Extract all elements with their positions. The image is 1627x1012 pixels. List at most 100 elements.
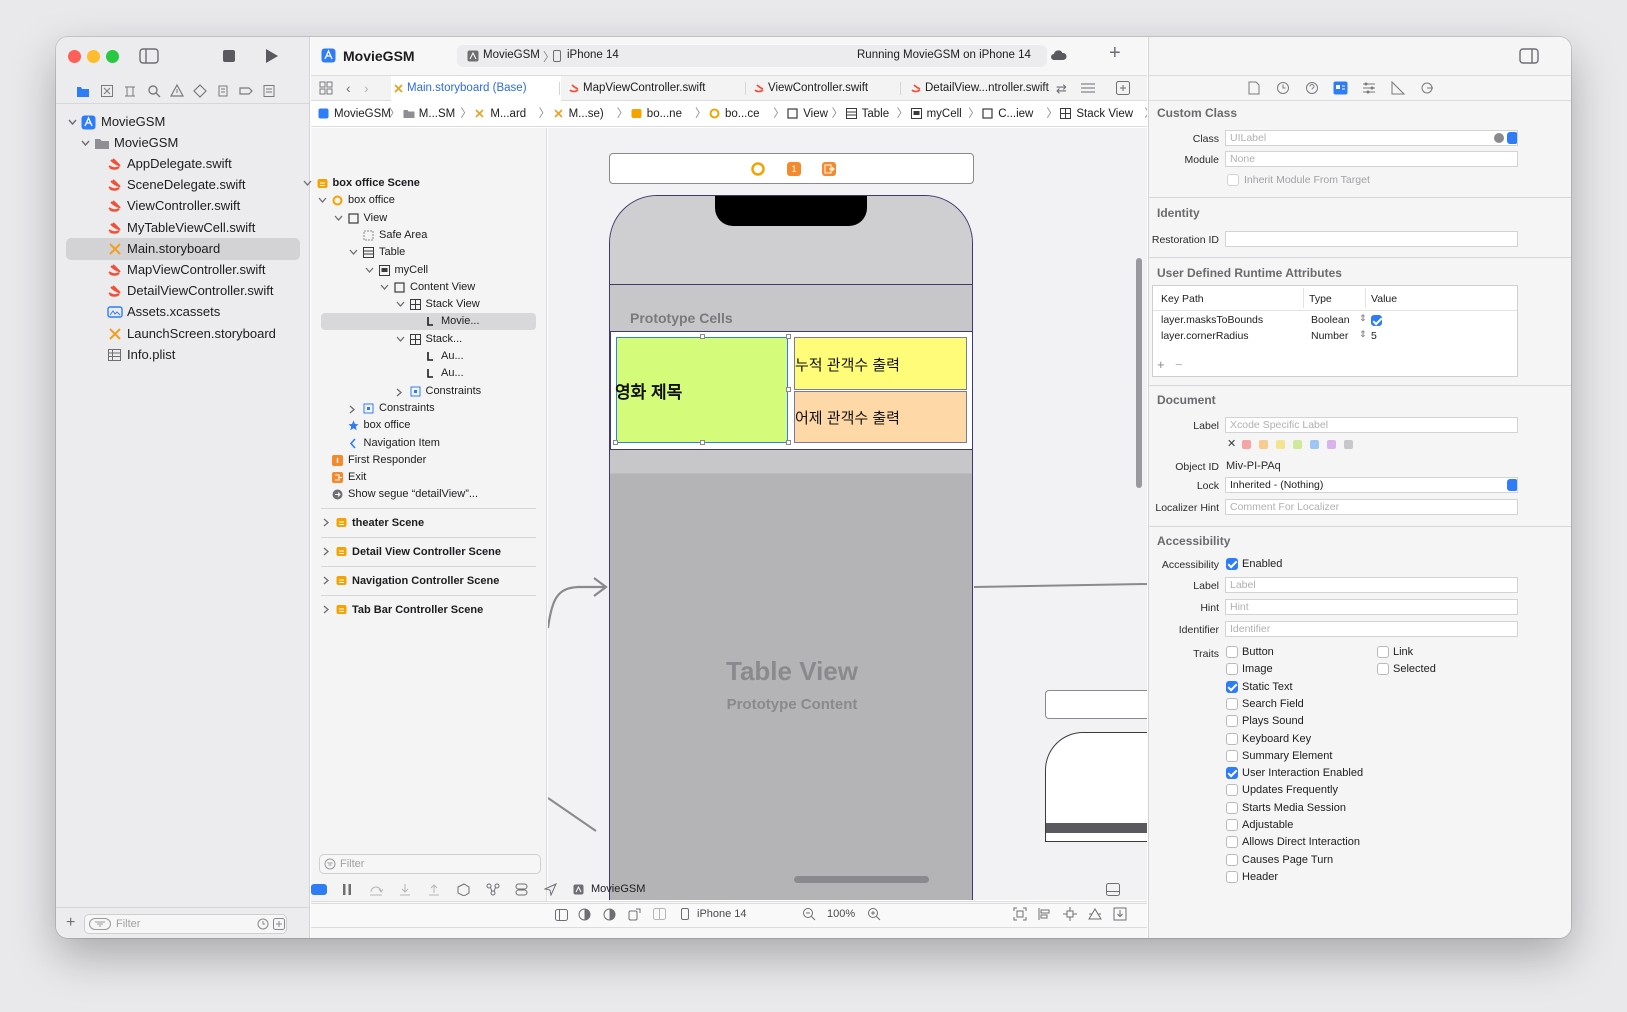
trait-checkbox[interactable]: [1226, 732, 1238, 745]
file-detail-view-controller[interactable]: DetailViewController.swift: [56, 280, 310, 302]
dropdown-chevron-icon[interactable]: [1507, 479, 1517, 491]
masks-to-bounds-checkbox[interactable]: [1371, 315, 1382, 326]
cloud-icon[interactable]: [1050, 49, 1068, 63]
resize-handle[interactable]: [613, 440, 618, 445]
file-app-delegate[interactable]: AppDelegate.swift: [56, 153, 310, 175]
add-attribute-icon[interactable]: +: [1157, 358, 1165, 372]
chevron-right-icon[interactable]: [323, 576, 330, 585]
outline-scene-0[interactable]: theater Scene: [321, 508, 536, 536]
report-icon[interactable]: [262, 84, 276, 98]
back-icon[interactable]: ‹: [346, 80, 351, 96]
device-selector[interactable]: iPhone 14: [567, 49, 619, 61]
file-map-view-controller[interactable]: MapViewController.swift: [56, 259, 310, 281]
outline-scene-3[interactable]: Tab Bar Controller Scene: [321, 595, 536, 623]
outline-label-au-1[interactable]: Au...: [311, 348, 547, 365]
key-path-cell[interactable]: layer.cornerRadius: [1161, 330, 1249, 342]
chevron-down-icon[interactable]: [365, 267, 374, 274]
add-icon[interactable]: +: [66, 915, 75, 931]
tab-main-storyboard[interactable]: Main.storyboard (Base): [391, 76, 561, 101]
resolve-issues-icon[interactable]: [1088, 907, 1102, 921]
dark-mode-icon[interactable]: [603, 908, 616, 921]
breakpoints-toggle-icon[interactable]: [311, 884, 327, 895]
outline-stack-view[interactable]: Stack View: [311, 296, 547, 313]
outline-stack-inner[interactable]: Stack...: [311, 331, 547, 348]
localizer-hint-field[interactable]: Comment For Localizer: [1225, 499, 1518, 515]
outline-constraints-inner[interactable]: Constraints: [311, 383, 547, 400]
related-items-icon[interactable]: ⇄: [1056, 81, 1067, 97]
outline-constraints[interactable]: Constraints: [311, 400, 547, 417]
size-inspector-icon[interactable]: [1391, 81, 1405, 95]
resize-handle[interactable]: [786, 440, 791, 445]
runtime-row[interactable]: layer.masksToBounds Boolean ⇕: [1153, 313, 1517, 330]
color-blue[interactable]: [1310, 440, 1319, 449]
cumulative-audience-label[interactable]: 누적 관객수 출력: [794, 337, 967, 390]
search-icon[interactable]: [147, 84, 161, 98]
embed-in-icon[interactable]: [1113, 907, 1127, 921]
forward-icon[interactable]: ›: [364, 80, 369, 96]
movie-name-label[interactable]: 영화 제목: [615, 337, 788, 443]
connections-inspector-icon[interactable]: [1420, 81, 1434, 95]
history-icon[interactable]: [1276, 81, 1290, 95]
editor-options-icon[interactable]: [1080, 82, 1096, 94]
project-root[interactable]: MovieGSM: [56, 111, 310, 133]
chevron-right-icon[interactable]: [323, 605, 330, 614]
trait-checkbox[interactable]: [1226, 646, 1238, 658]
location-icon[interactable]: [544, 883, 557, 896]
outline-box-office-scene[interactable]: box office Scene: [303, 175, 547, 192]
add-editor-icon[interactable]: [1116, 81, 1130, 95]
symbol-icon[interactable]: [123, 84, 137, 98]
layout-icon[interactable]: [653, 908, 666, 920]
trait-checkbox[interactable]: [1226, 819, 1238, 831]
chevron-down-icon[interactable]: [396, 336, 405, 343]
chevron-right-icon[interactable]: [396, 388, 403, 397]
resize-handle[interactable]: [700, 334, 705, 339]
device-label[interactable]: iPhone 14: [697, 908, 747, 920]
outline-toggle-icon[interactable]: [555, 909, 568, 921]
trait-checkbox[interactable]: [1377, 646, 1389, 658]
sidebar-toggle-icon[interactable]: [139, 48, 159, 64]
file-my-table-view-cell[interactable]: MyTableViewCell.swift: [56, 217, 310, 239]
environment-overrides-icon[interactable]: [515, 883, 528, 896]
accessibility-enabled-checkbox[interactable]: [1226, 558, 1238, 570]
clock-icon[interactable]: [257, 918, 269, 930]
appearance-icon[interactable]: [578, 908, 591, 921]
file-view-controller[interactable]: ViewController.swift: [56, 195, 310, 217]
outline-safe-area[interactable]: Safe Area: [311, 227, 547, 244]
test-icon[interactable]: [193, 84, 207, 98]
chevron-right-icon[interactable]: [323, 518, 330, 527]
file-info-plist[interactable]: Info.plist: [56, 344, 310, 366]
outline-movie-name[interactable]: Movie...: [321, 313, 536, 331]
resize-handle[interactable]: [786, 387, 791, 392]
storyboard-canvas[interactable]: 1 Prototype Cells 영화 제목 누적 관객수 출력 어제 관객수…: [548, 128, 1147, 900]
resize-handle[interactable]: [700, 440, 705, 445]
trait-checkbox[interactable]: [1226, 836, 1238, 849]
color-orange[interactable]: [1259, 440, 1268, 449]
chevron-down-icon[interactable]: [318, 197, 327, 204]
value-cell[interactable]: 5: [1371, 330, 1377, 342]
trait-checkbox[interactable]: [1226, 715, 1238, 728]
trait-checkbox[interactable]: [1226, 663, 1238, 676]
step-out-icon[interactable]: [428, 883, 440, 896]
file-inspector-icon[interactable]: [1248, 81, 1260, 95]
doc-label-field[interactable]: Xcode Specific Label: [1225, 417, 1518, 433]
close-button[interactable]: [68, 50, 81, 63]
runtime-row[interactable]: layer.cornerRadius Number ⇕ 5: [1153, 329, 1517, 346]
trait-checkbox[interactable]: [1226, 801, 1238, 814]
color-gray[interactable]: [1344, 440, 1353, 449]
my-cell[interactable]: 영화 제목 누적 관객수 출력 어제 관객수 출력: [610, 331, 972, 450]
step-in-icon[interactable]: [399, 883, 411, 896]
view-debugger-icon[interactable]: [457, 883, 470, 896]
outline-tab-bar-item[interactable]: box office: [311, 417, 547, 434]
outline-filter-input[interactable]: Filter: [319, 854, 541, 874]
color-green[interactable]: [1293, 440, 1302, 449]
update-frames-icon[interactable]: [1013, 907, 1027, 921]
trait-checkbox[interactable]: [1226, 697, 1238, 710]
trait-checkbox[interactable]: [1377, 663, 1389, 676]
file-assets[interactable]: Assets.xcassets: [56, 301, 310, 323]
stepper-icon[interactable]: ⇕: [1359, 313, 1367, 324]
trait-checkbox[interactable]: [1226, 870, 1238, 883]
chevron-down-icon[interactable]: [396, 301, 405, 308]
yesterday-audience-label[interactable]: 어제 관객수 출력: [794, 391, 967, 443]
no-color-icon[interactable]: ✕: [1227, 437, 1236, 450]
navigate-arrow-icon[interactable]: [1494, 133, 1504, 143]
